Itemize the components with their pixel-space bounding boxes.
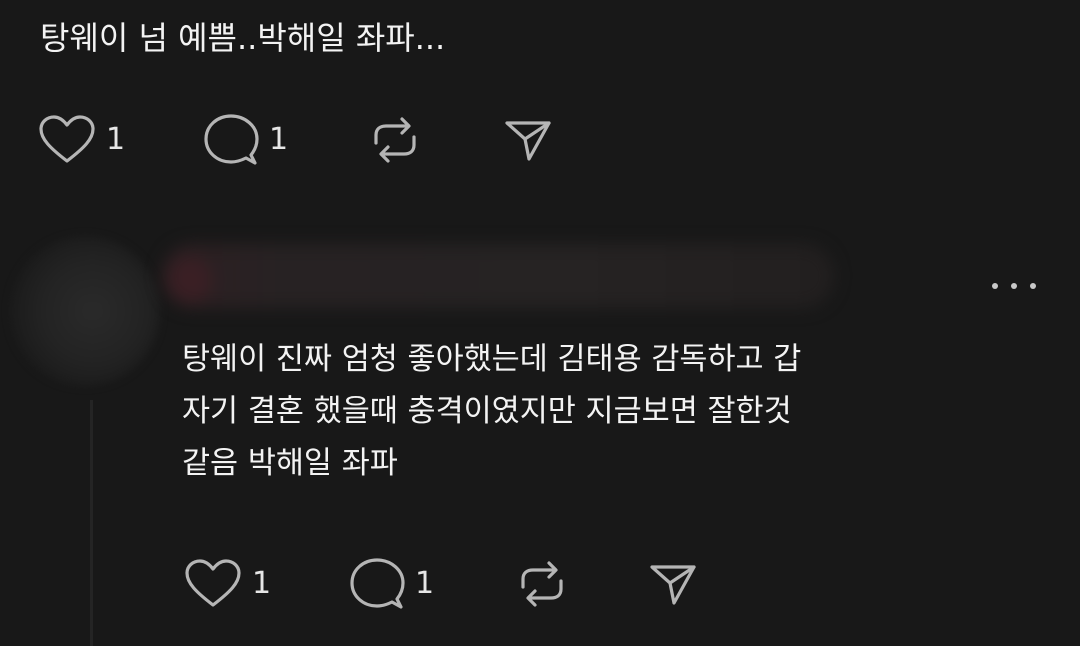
send-icon xyxy=(650,565,696,605)
reply-repost-button[interactable] xyxy=(515,557,648,611)
comment-icon xyxy=(204,114,259,165)
username-redacted xyxy=(162,244,834,308)
reply-count: 1 xyxy=(269,122,289,157)
send-icon xyxy=(505,121,551,161)
post-actions: 1 1 xyxy=(38,112,553,168)
reply-like-count: 1 xyxy=(252,566,272,601)
more-button[interactable] xyxy=(992,274,1036,298)
repost-icon xyxy=(521,561,563,607)
reply-text-line: 같음 박해일 좌파 xyxy=(182,446,398,481)
avatar[interactable] xyxy=(10,236,160,386)
thread-line xyxy=(90,400,93,646)
reply-actions: 1 1 xyxy=(184,556,698,612)
heart-icon xyxy=(39,115,95,163)
reply-share-button[interactable] xyxy=(648,559,698,609)
reply-text-line: 탕웨이 진짜 엄청 좋아했는데 김태용 감독하고 갑 xyxy=(182,342,802,377)
reply-like-button[interactable]: 1 xyxy=(184,559,349,609)
reply-reply-button[interactable]: 1 xyxy=(349,557,515,611)
share-button[interactable] xyxy=(503,115,553,165)
repost-button[interactable] xyxy=(368,113,503,167)
repost-icon xyxy=(374,117,416,163)
comment-icon xyxy=(350,558,405,609)
post-text: 탕웨이 넘 예쁨..박해일 좌파... xyxy=(40,19,446,57)
reply-button[interactable]: 1 xyxy=(203,113,368,167)
ellipsis-icon xyxy=(992,283,998,289)
ellipsis-icon xyxy=(1030,283,1036,289)
like-button[interactable]: 1 xyxy=(38,115,203,165)
reply-text: 탕웨이 진짜 엄청 좋아했는데 김태용 감독하고 갑 자기 결혼 했을때 충격이… xyxy=(182,334,1042,490)
like-count: 1 xyxy=(106,122,126,157)
ellipsis-icon xyxy=(1011,283,1017,289)
reply-reply-count: 1 xyxy=(415,566,435,601)
reply-text-line: 자기 결혼 했을때 충격이였지만 지금보면 잘한것 xyxy=(182,394,792,429)
redacted-mark xyxy=(168,258,212,302)
heart-icon xyxy=(185,559,241,607)
